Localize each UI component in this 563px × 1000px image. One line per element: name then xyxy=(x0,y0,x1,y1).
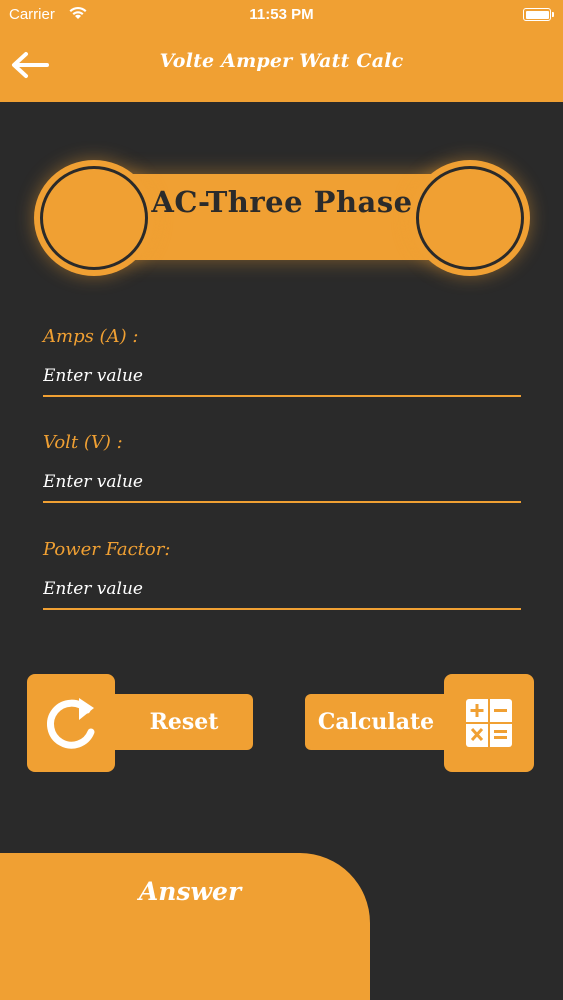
refresh-icon xyxy=(47,698,95,749)
volt-field: Volt (V) : xyxy=(43,432,521,503)
clock-label: 11:53 PM xyxy=(249,6,314,23)
amps-underline xyxy=(43,395,521,397)
volt-underline xyxy=(43,501,521,503)
volt-input[interactable] xyxy=(43,469,521,495)
power-factor-underline xyxy=(43,608,521,610)
mode-banner: AC-Three Phase xyxy=(34,158,530,278)
answer-label: Answer xyxy=(138,877,242,906)
amps-field: Amps (A) : xyxy=(43,326,521,397)
reset-label: Reset xyxy=(107,694,253,750)
banner-title: AC-Three Phase xyxy=(151,185,413,219)
amps-label: Amps (A) : xyxy=(43,326,139,347)
calculate-button[interactable]: Calculate xyxy=(305,674,534,772)
calculate-icon-box xyxy=(444,674,534,772)
navigation-header: Carrier 11:53 PM Volte Amper Watt Calc xyxy=(0,0,563,102)
calculate-label: Calculate xyxy=(305,694,455,750)
status-bar: Carrier 11:53 PM xyxy=(0,0,563,30)
reset-button[interactable]: Reset xyxy=(27,674,255,772)
amps-input[interactable] xyxy=(43,363,521,389)
volt-label: Volt (V) : xyxy=(43,432,123,453)
power-factor-input[interactable] xyxy=(43,576,521,602)
answer-panel: Answer xyxy=(0,853,370,1000)
calculator-icon xyxy=(466,699,512,747)
battery-icon xyxy=(523,8,554,21)
power-factor-field: Power Factor: xyxy=(43,539,521,610)
page-title: Volte Amper Watt Calc xyxy=(159,50,404,72)
power-factor-label: Power Factor: xyxy=(43,539,171,560)
reset-icon-box xyxy=(27,674,115,772)
